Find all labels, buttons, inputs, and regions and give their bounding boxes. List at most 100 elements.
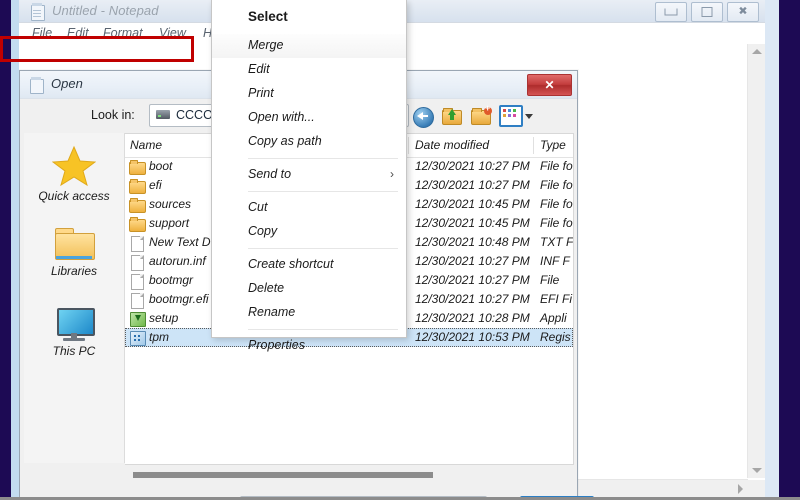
dialog-close-button[interactable]: ✕ (527, 74, 572, 96)
star-icon (52, 145, 96, 187)
file-date: 12/30/2021 10:53 PM (415, 330, 530, 344)
drive-icon (156, 110, 170, 119)
context-menu-item-copy-as-path[interactable]: Copy as path (212, 130, 406, 154)
context-menu-item-print[interactable]: Print (212, 82, 406, 106)
place-libraries[interactable]: Libraries (24, 228, 124, 278)
menu-item-label: Copy (248, 224, 278, 238)
file-date: 12/30/2021 10:28 PM (415, 311, 530, 325)
file-icon (129, 292, 145, 309)
menu-item-label: Delete (248, 281, 285, 295)
file-date: 12/30/2021 10:48 PM (415, 235, 530, 249)
chevron-right-icon: › (390, 167, 394, 181)
context-menu-item-edit[interactable]: Edit (212, 58, 406, 82)
context-menu-item-merge[interactable]: Merge (212, 34, 406, 58)
context-menu-item-copy[interactable]: Copy (212, 220, 406, 244)
registry-icon (129, 330, 146, 346)
new-folder-button[interactable] (470, 103, 492, 127)
context-menu-item-send-to[interactable]: Send to › (212, 163, 406, 187)
column-header-name[interactable]: Name (130, 138, 162, 152)
scroll-up-icon[interactable] (751, 49, 762, 54)
file-date: 12/30/2021 10:27 PM (415, 178, 530, 192)
places-bar: Quick access Libraries This PC (24, 133, 125, 463)
file-name: efi (149, 178, 162, 192)
scroll-right-icon[interactable] (738, 483, 743, 494)
lookin-label: Look in: (91, 108, 135, 122)
file-type: TXT F (540, 235, 573, 249)
context-menu-item-create-shortcut[interactable]: Create shortcut (212, 253, 406, 277)
menu-separator (248, 329, 398, 330)
file-icon (129, 235, 145, 252)
menu-item-label: Print (248, 86, 274, 100)
context-menu-title: Select (248, 9, 288, 24)
menu-separator (248, 191, 398, 192)
dialog-toolbar (412, 103, 533, 128)
file-type: File (540, 273, 560, 287)
notepad-icon (29, 77, 44, 94)
menu-view[interactable]: View (159, 26, 186, 40)
chevron-down-icon[interactable] (525, 113, 533, 119)
file-type: File fo (540, 159, 573, 173)
menu-item-label: Open with... (248, 110, 315, 124)
back-button[interactable] (412, 106, 434, 128)
context-menu-items: Merge Edit Print Open with... Copy as path Se… (212, 34, 406, 358)
context-menu-item-rename[interactable]: Rename (212, 301, 406, 325)
file-name: boot (149, 159, 173, 173)
menu-item-label: Properties (248, 338, 305, 352)
notepad-vertical-scrollbar[interactable] (747, 44, 765, 478)
views-button[interactable] (499, 105, 533, 127)
minimize-button[interactable] (655, 2, 687, 22)
place-quick-access[interactable]: Quick access (24, 145, 124, 203)
close-icon: ✕ (544, 78, 555, 92)
column-header-date[interactable]: Date modified (415, 138, 489, 152)
file-name: support (149, 216, 190, 230)
context-menu-item-properties[interactable]: Properties (212, 334, 406, 358)
column-header-type[interactable]: Type (540, 138, 566, 152)
file-type: EFI Fi (540, 292, 572, 306)
monitor-icon (54, 308, 95, 342)
file-name: sources (149, 197, 192, 211)
file-icon (129, 273, 145, 290)
file-date: 12/30/2021 10:45 PM (415, 216, 530, 230)
place-label: Quick access (38, 189, 110, 203)
context-menu: Select Merge Edit Print Open with... Copy as… (211, 0, 407, 352)
folder-icon (129, 178, 146, 194)
scrollbar-corner (748, 480, 765, 497)
context-menu-item-cut[interactable]: Cut (212, 196, 406, 220)
views-icon (499, 105, 523, 127)
up-folder-button[interactable] (441, 106, 463, 127)
place-label: This PC (52, 344, 96, 358)
desktop-background-left (0, 0, 11, 497)
setup-icon (129, 311, 146, 327)
file-type: File fo (540, 216, 573, 230)
menu-edit[interactable]: Edit (67, 26, 89, 40)
context-menu-item-delete[interactable]: Delete (212, 277, 406, 301)
new-badge-icon (484, 103, 492, 115)
file-date: 12/30/2021 10:27 PM (415, 254, 530, 268)
file-date: 12/30/2021 10:27 PM (415, 273, 530, 287)
file-type: Regis (540, 330, 571, 344)
file-type: Appli (540, 311, 567, 325)
file-name: autorun.inf (149, 254, 206, 268)
notepad-title: Untitled - Notepad (52, 3, 159, 18)
menu-format[interactable]: Format (103, 26, 143, 40)
folder-icon (129, 159, 146, 175)
scroll-down-icon[interactable] (751, 468, 762, 473)
place-this-pc[interactable]: This PC (24, 308, 124, 358)
context-menu-item-open-with[interactable]: Open with... (212, 106, 406, 130)
file-type: File fo (540, 197, 573, 211)
desktop-background-right (779, 0, 800, 497)
screen: Untitled - Notepad ✖ File Edit Format Vi… (0, 0, 800, 500)
context-menu-header: Select (212, 0, 406, 34)
file-list-horizontal-scrollbar[interactable] (125, 469, 573, 481)
menu-file[interactable]: File (32, 26, 52, 40)
file-name: setup (149, 311, 179, 325)
dialog-title: Open (51, 76, 83, 91)
file-name: New Text Do (149, 235, 218, 249)
menu-item-label: Cut (248, 200, 268, 214)
file-date: 12/30/2021 10:45 PM (415, 197, 530, 211)
restore-button[interactable] (691, 2, 723, 22)
scrollbar-thumb[interactable] (133, 472, 433, 478)
file-icon (129, 254, 145, 271)
folder-icon (129, 216, 146, 232)
close-button[interactable]: ✖ (727, 2, 759, 22)
